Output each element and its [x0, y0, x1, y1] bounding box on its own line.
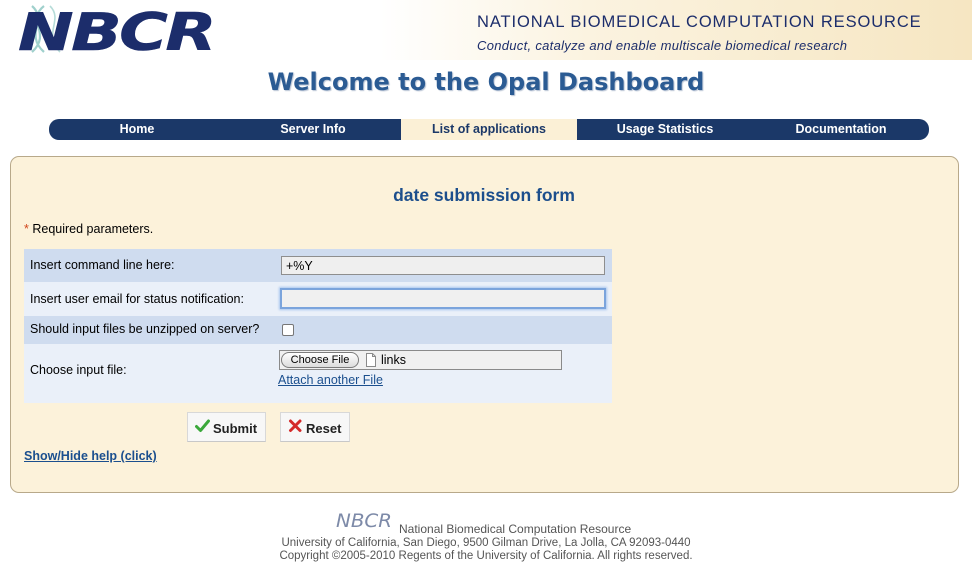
required-note: * Required parameters.	[24, 222, 153, 236]
form-title: date submission form	[393, 185, 575, 205]
attach-another-file-link[interactable]: Attach another File	[278, 373, 383, 387]
org-tagline: Conduct, catalyze and enable multiscale …	[477, 38, 848, 53]
nav-item-usage-statistics[interactable]: Usage Statistics	[577, 119, 753, 140]
email-label: Insert user email for status notificatio…	[30, 292, 244, 306]
input-file-label: Choose input file:	[30, 363, 127, 377]
checkmark-icon	[195, 419, 210, 433]
nav-item-server-info[interactable]: Server Info	[225, 119, 401, 140]
nav-item-documentation[interactable]: Documentation	[753, 119, 929, 140]
email-input[interactable]	[280, 288, 606, 309]
unzip-label: Should input files be unzipped on server…	[30, 322, 260, 336]
choose-file-button[interactable]: Choose File	[281, 352, 359, 368]
form-row-email: Insert user email for status notificatio…	[24, 282, 612, 316]
submit-button[interactable]: Submit	[187, 412, 266, 442]
org-title: NATIONAL BIOMEDICAL COMPUTATION RESOURCE	[477, 13, 922, 31]
show-hide-help-link[interactable]: Show/Hide help (click)	[24, 449, 157, 463]
submit-label: Submit	[213, 421, 258, 436]
svg-text:NBCR: NBCR	[336, 510, 392, 531]
unzip-checkbox[interactable]	[282, 324, 294, 336]
nbcr-logo[interactable]: NBCR	[14, 2, 224, 58]
required-note-text: Required parameters.	[28, 222, 154, 236]
footer-copyright: Copyright ©2005-2010 Regents of the Univ…	[279, 550, 693, 562]
nav-item-home[interactable]: Home	[49, 119, 225, 140]
site-header: NBCR NATIONAL BIOMEDICAL COMPUTATION RES…	[0, 0, 972, 62]
footer-address: University of California, San Diego, 950…	[281, 537, 691, 549]
submission-form: Insert command line here: Insert user em…	[24, 249, 612, 403]
command-line-input[interactable]	[281, 256, 605, 275]
footer-org-name: National Biomedical Computation Resource	[399, 522, 632, 536]
reset-button[interactable]: Reset	[280, 412, 350, 442]
footer-nbcr-logo: NBCR	[335, 509, 395, 536]
selected-file-name: links	[381, 353, 407, 367]
main-nav: Home Server Info List of applications Us…	[49, 119, 929, 140]
form-row-command-line: Insert command line here:	[24, 249, 612, 282]
form-row-unzip: Should input files be unzipped on server…	[24, 316, 612, 344]
file-input[interactable]: Choose File links	[279, 350, 562, 370]
nav-item-list-of-applications[interactable]: List of applications	[401, 119, 577, 140]
x-mark-icon	[288, 419, 303, 433]
svg-text:NBCR: NBCR	[18, 3, 214, 58]
form-row-input-file: Choose input file: Choose File links Att…	[24, 344, 612, 403]
page-title: Welcome to the Opal Dashboard	[267, 68, 705, 96]
reset-label: Reset	[306, 421, 342, 436]
document-icon	[366, 353, 376, 367]
command-line-label: Insert command line here:	[30, 258, 175, 272]
